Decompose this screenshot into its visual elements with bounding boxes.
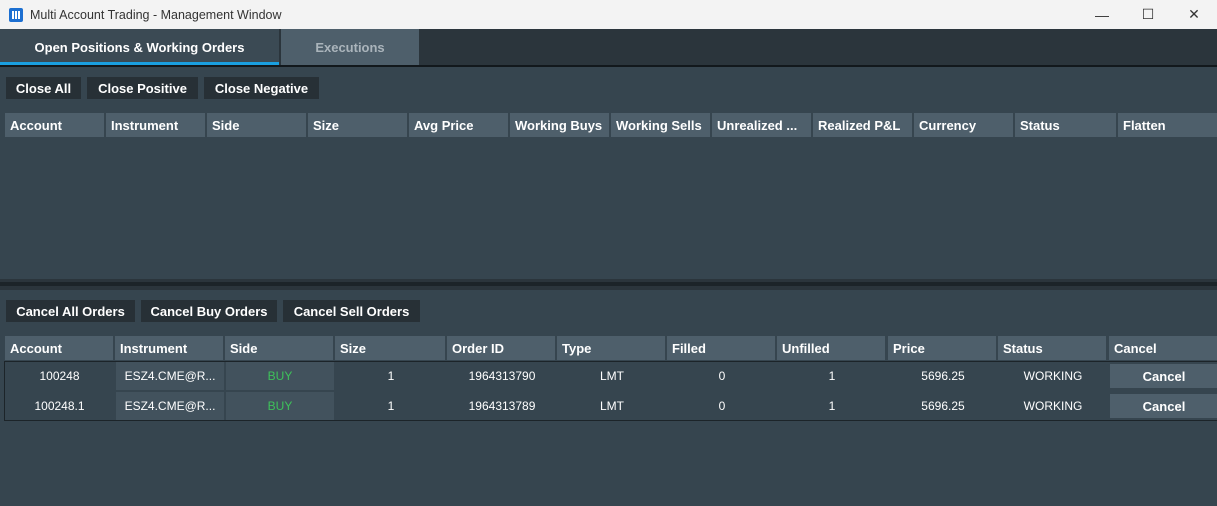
column-header[interactable]: Size — [308, 113, 407, 137]
status-cell: WORKING — [1023, 399, 1083, 413]
instrument-cell: ESZ4.CME@R... — [116, 362, 224, 390]
status-cell: WORKING — [1023, 369, 1083, 383]
column-header[interactable]: Currency — [914, 113, 1013, 137]
type-cell: LMT — [600, 369, 624, 383]
column-header[interactable]: Instrument — [115, 336, 223, 360]
column-header[interactable]: Working Sells — [611, 113, 710, 137]
column-header[interactable]: Account — [5, 113, 104, 137]
column-header[interactable]: Filled — [667, 336, 775, 360]
window-title: Multi Account Trading - Management Windo… — [30, 7, 282, 22]
unfilled-cell: 1 — [828, 369, 836, 383]
column-header[interactable]: Realized P&L — [813, 113, 912, 137]
cancel-order-button[interactable]: Cancel — [1110, 394, 1217, 418]
minimize-button[interactable]: — — [1079, 0, 1125, 29]
column-header[interactable]: Price — [888, 336, 996, 360]
close-negative-button[interactable]: Close Negative — [204, 77, 319, 99]
column-header[interactable]: Avg Price — [409, 113, 508, 137]
close-window-button[interactable]: ✕ — [1171, 0, 1217, 29]
column-header[interactable]: Flatten — [1118, 113, 1217, 137]
filled-cell: 0 — [718, 369, 726, 383]
price-cell: 5696.25 — [921, 399, 965, 413]
close-positive-button[interactable]: Close Positive — [87, 77, 198, 99]
account-cell: 100248.1 — [34, 399, 85, 413]
tab-bar: Open Positions & Working Orders Executio… — [0, 29, 1217, 65]
app-logo-icon — [9, 7, 23, 22]
order-id-cell: 1964313790 — [468, 369, 536, 383]
column-header[interactable]: Side — [207, 113, 306, 137]
column-header[interactable]: Order ID — [447, 336, 555, 360]
tab-divider — [0, 65, 1217, 67]
order-id-cell: 1964313789 — [468, 399, 536, 413]
orders-table: 100248 ESZ4.CME@R... BUY 1 1964313790 LM… — [4, 361, 1217, 421]
type-cell: LMT — [600, 399, 624, 413]
tab-executions[interactable]: Executions — [281, 29, 419, 65]
side-cell: BUY — [226, 392, 334, 420]
account-cell: 100248 — [39, 369, 80, 383]
column-header[interactable]: Unrealized ... — [712, 113, 811, 137]
column-header[interactable]: Type — [557, 336, 665, 360]
column-header[interactable]: Instrument — [106, 113, 205, 137]
side-cell: BUY — [226, 362, 334, 390]
instrument-cell: ESZ4.CME@R... — [116, 392, 224, 420]
cancel-order-button[interactable]: Cancel — [1110, 364, 1217, 388]
column-header[interactable]: Status — [998, 336, 1106, 360]
size-cell: 1 — [387, 399, 395, 413]
panel-splitter[interactable] — [0, 279, 1217, 290]
column-header[interactable]: Unfilled — [777, 336, 885, 360]
column-header[interactable]: Cancel — [1109, 336, 1217, 360]
column-header[interactable]: Status — [1015, 113, 1116, 137]
title-bar: Multi Account Trading - Management Windo… — [0, 0, 1217, 29]
price-cell: 5696.25 — [921, 369, 965, 383]
cancel-sell-orders-button[interactable]: Cancel Sell Orders — [283, 300, 420, 322]
column-header[interactable]: Size — [335, 336, 445, 360]
column-header[interactable]: Account — [5, 336, 113, 360]
unfilled-cell: 1 — [828, 399, 836, 413]
filled-cell: 0 — [718, 399, 726, 413]
column-header[interactable]: Working Buys — [510, 113, 609, 137]
maximize-button[interactable]: ☐ — [1125, 0, 1171, 29]
cancel-all-orders-button[interactable]: Cancel All Orders — [6, 300, 135, 322]
column-header[interactable]: Side — [225, 336, 333, 360]
close-all-button[interactable]: Close All — [6, 77, 81, 99]
cancel-buy-orders-button[interactable]: Cancel Buy Orders — [141, 300, 277, 322]
tab-open-positions[interactable]: Open Positions & Working Orders — [0, 29, 279, 65]
size-cell: 1 — [387, 369, 395, 383]
